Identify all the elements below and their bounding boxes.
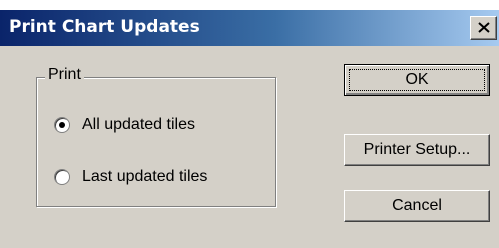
printer-setup-button[interactable]: Printer Setup... (344, 134, 490, 166)
cancel-button[interactable]: Cancel (344, 190, 490, 222)
print-group-label: Print (45, 66, 84, 84)
radio-label: All updated tiles (82, 116, 195, 133)
window-title: Print Chart Updates (9, 17, 200, 37)
print-groupbox (36, 77, 276, 207)
radio-button-unselected[interactable] (54, 169, 70, 185)
radio-button-selected[interactable] (54, 117, 70, 133)
close-icon (478, 22, 490, 33)
radio-dot (59, 122, 65, 128)
focus-rectangle (349, 69, 485, 91)
title-bar[interactable]: Print Chart Updates (0, 10, 499, 46)
ok-button[interactable]: OK (344, 64, 490, 96)
close-button[interactable] (470, 16, 497, 40)
radio-label: Last updated tiles (82, 168, 208, 185)
